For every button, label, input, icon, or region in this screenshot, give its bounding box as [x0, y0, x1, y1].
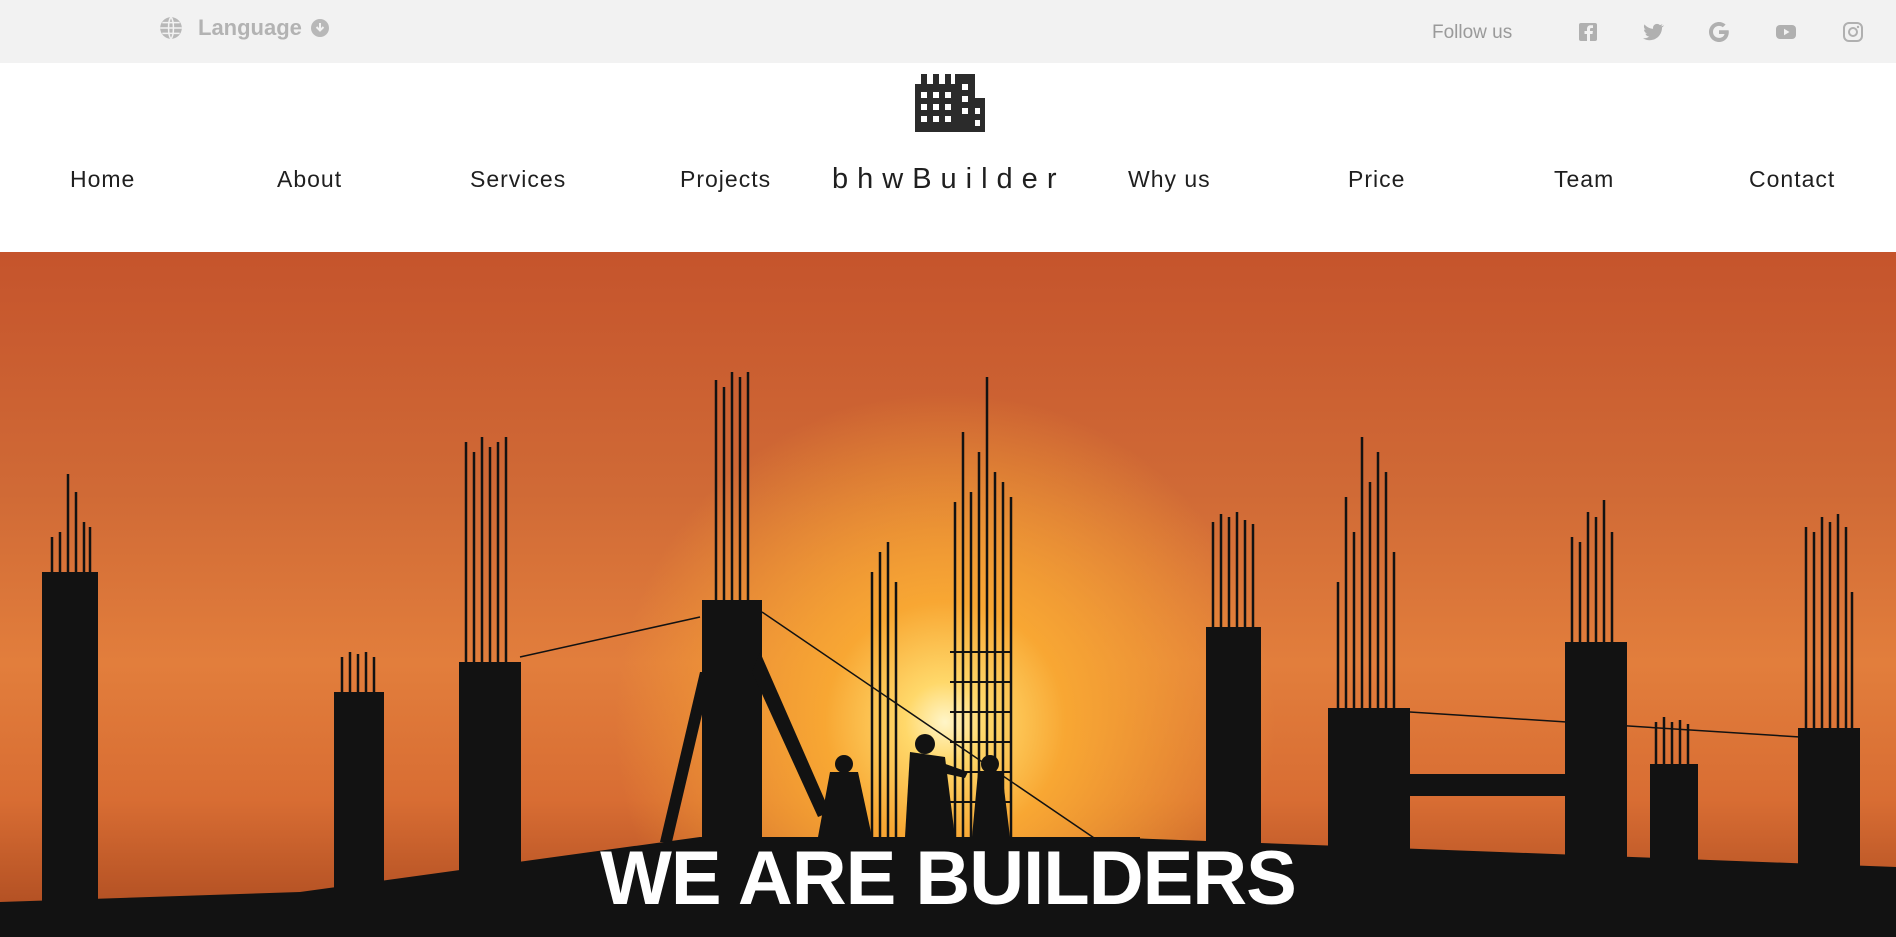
nav-services[interactable]: Services [470, 166, 566, 193]
facebook-icon[interactable] [1576, 20, 1600, 44]
nav-contact[interactable]: Contact [1749, 166, 1835, 193]
hero-banner: WE ARE BUILDERS [0, 252, 1896, 937]
language-selector[interactable]: Language [158, 13, 330, 43]
follow-us-label: Follow us [1432, 22, 1513, 43]
download-circle-icon[interactable] [310, 18, 330, 38]
nav-about[interactable]: About [277, 166, 342, 193]
nav-home[interactable]: Home [70, 166, 135, 193]
nav-why-us[interactable]: Why us [1128, 166, 1211, 193]
globe-icon [160, 16, 182, 40]
main-navigation: Home About Services Projects bhwBuilder … [0, 63, 1896, 252]
brand-name[interactable]: bhwBuilder [832, 163, 1065, 196]
twitter-icon[interactable] [1641, 20, 1665, 44]
youtube-icon[interactable] [1774, 20, 1798, 44]
nav-price[interactable]: Price [1348, 166, 1405, 193]
hero-title: WE ARE BUILDERS [600, 836, 1297, 921]
building-icon[interactable] [911, 74, 987, 134]
top-bar: Language Follow us [0, 0, 1896, 63]
instagram-icon[interactable] [1841, 20, 1865, 44]
language-label: Language [198, 15, 302, 40]
nav-projects[interactable]: Projects [680, 166, 771, 193]
nav-team[interactable]: Team [1554, 166, 1614, 193]
google-icon[interactable] [1707, 20, 1731, 44]
